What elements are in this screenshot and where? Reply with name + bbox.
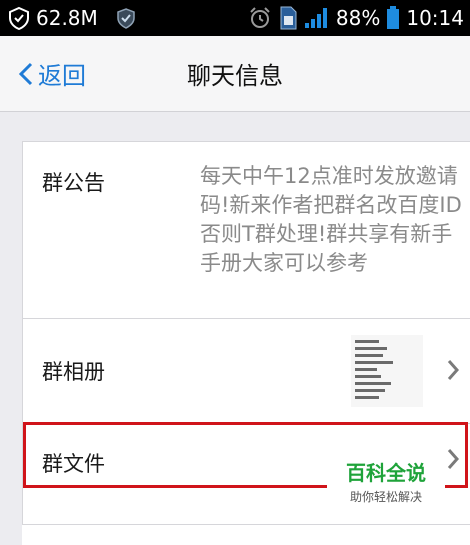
shield-icon bbox=[8, 6, 30, 30]
battery-percent: 88% bbox=[335, 6, 381, 30]
sim-card-icon bbox=[278, 6, 298, 30]
watermark-main: 百科全说 bbox=[346, 461, 426, 485]
group-files-label: 群文件 bbox=[42, 452, 105, 476]
next-card bbox=[22, 524, 470, 545]
album-thumbnail bbox=[351, 335, 423, 407]
group-notice-text: 每天中午12点准时发放邀请码!新来作者把群名改百度ID否则T群处理!群共享有新手… bbox=[200, 164, 462, 275]
back-button[interactable]: 返回 bbox=[18, 36, 86, 111]
group-album-label: 群相册 bbox=[42, 360, 105, 384]
shield-check-icon bbox=[116, 7, 136, 29]
album-thumbnail-image bbox=[351, 335, 423, 407]
nav-bar: 返回 聊天信息 bbox=[0, 36, 470, 112]
watermark-sub: 助你轻松解决 bbox=[349, 490, 422, 504]
group-notice-label: 群公告 bbox=[42, 171, 105, 195]
memory-overlay-text: 62.8M bbox=[36, 6, 98, 30]
alarm-clock-icon bbox=[248, 6, 272, 30]
status-bar: 62.8M 88% 10:14 bbox=[0, 0, 470, 36]
watermark-badge: 百科全说 助你轻松解决 bbox=[327, 451, 445, 507]
battery-icon bbox=[386, 6, 400, 30]
status-right: 88% 10:14 bbox=[248, 0, 464, 36]
chevron-left-icon bbox=[18, 62, 34, 86]
chevron-right-icon bbox=[447, 448, 459, 470]
back-label: 返回 bbox=[38, 62, 86, 90]
status-left: 62.8M bbox=[8, 0, 136, 36]
row-group-album[interactable]: 群相册 bbox=[23, 319, 470, 424]
clock-time: 10:14 bbox=[406, 6, 464, 30]
chevron-right-icon bbox=[447, 359, 459, 381]
signal-icon bbox=[304, 7, 330, 29]
row-group-notice[interactable]: 群公告 每天中午12点准时发放邀请码!新来作者把群名改百度ID否则T群处理!群共… bbox=[23, 142, 470, 319]
